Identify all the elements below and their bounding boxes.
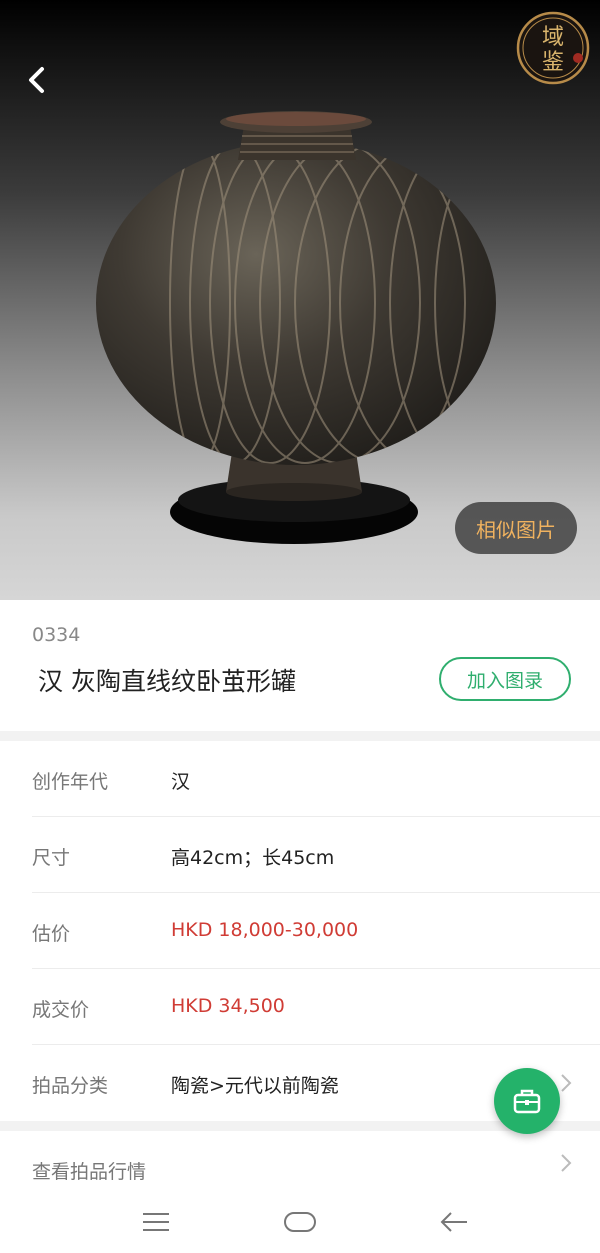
detail-row-estimate: 估价 HKD 18,000-30,000 [0, 893, 600, 969]
view-market-label: 查看拍品行情 [32, 1161, 147, 1183]
back-button[interactable] [16, 60, 56, 100]
hammer-price-value: HKD 34,500 [171, 995, 285, 1017]
add-to-catalog-button[interactable]: 加入图录 [439, 657, 571, 701]
brand-logo: 域 鉴 [516, 11, 590, 85]
estimate-value: HKD 18,000-30,000 [171, 919, 359, 941]
home-icon [284, 1212, 316, 1232]
detail-value: 汉 [171, 771, 191, 793]
logo-char-1: 域 [542, 25, 564, 50]
detail-row-size: 尺寸 高42cm；长45cm [0, 817, 600, 893]
lot-title: 汉 灰陶直线纹卧茧形罐 [38, 667, 296, 696]
briefcase-icon [513, 1089, 541, 1114]
home-button[interactable] [280, 1204, 320, 1240]
lot-details: 创作年代 汉 尺寸 高42cm；长45cm 估价 HKD 18,000-30,0… [0, 741, 600, 1121]
product-image[interactable]: 域 鉴 相似图片 [0, 0, 600, 600]
chevron-right-icon [561, 1074, 572, 1092]
menu-button[interactable] [136, 1204, 176, 1240]
similar-images-button[interactable]: 相似图片 [455, 502, 577, 554]
system-navigation-bar [0, 1190, 600, 1253]
logo-char-2: 鉴 [542, 50, 564, 75]
add-to-catalog-label: 加入图录 [466, 669, 543, 692]
system-back-button[interactable] [434, 1204, 474, 1240]
back-arrow-icon [440, 1212, 467, 1232]
floating-action-button[interactable] [494, 1068, 560, 1134]
category-value: 陶瓷>元代以前陶瓷 [171, 1075, 339, 1097]
chevron-right-icon [561, 1154, 572, 1172]
detail-row-era: 创作年代 汉 [0, 741, 600, 817]
lot-number: 0334 [32, 624, 81, 646]
detail-value: 高42cm；长45cm [171, 847, 335, 869]
similar-images-label: 相似图片 [476, 517, 556, 542]
detail-label: 创作年代 [32, 771, 109, 793]
detail-row-hammer-price: 成交价 HKD 34,500 [0, 969, 600, 1045]
lot-title-card: 0334 汉 灰陶直线纹卧茧形罐 加入图录 [0, 600, 600, 731]
chevron-left-icon [29, 67, 44, 93]
detail-label: 估价 [32, 923, 71, 945]
detail-label: 拍品分类 [32, 1075, 109, 1097]
detail-label: 成交价 [32, 999, 90, 1021]
detail-label: 尺寸 [32, 847, 71, 869]
menu-icon [143, 1213, 169, 1231]
